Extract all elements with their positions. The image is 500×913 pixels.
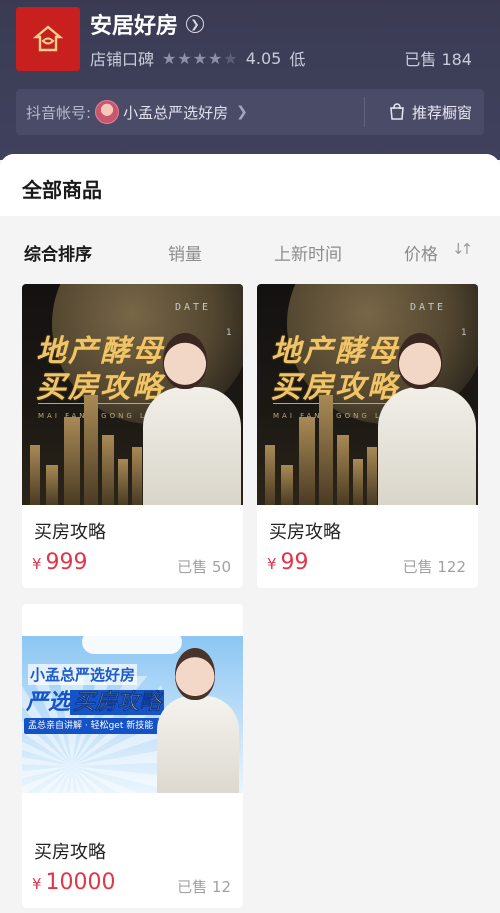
recommend-window-button[interactable]: 推荐橱窗 (388, 89, 472, 135)
divider (364, 97, 365, 127)
product-poster: DATE 1 地产酵母 买房攻略 MAI FANG GONG LUE (22, 284, 243, 505)
star-icon: ★ (192, 48, 208, 68)
product-price: ¥99 (267, 550, 309, 575)
shop-sold-total: 已售 184 (404, 50, 472, 69)
product-title[interactable]: 买房攻略 (269, 518, 341, 544)
tab-newest[interactable]: 上新时间 (274, 240, 342, 265)
poster-title-line2: 严选 买房攻略 (26, 684, 165, 716)
currency-symbol: ¥ (32, 555, 42, 573)
shop-reputation: 店铺口碑 ★ ★ ★ ★ ★ 4.05 低 (90, 46, 305, 70)
house-logo-icon (33, 25, 63, 52)
shop-name-row[interactable]: 安居好房 ❯ (90, 8, 205, 40)
star-rating: ★ ★ ★ ★ ★ (162, 49, 238, 68)
sort-bar: 综合排序 销量 上新时间 价格 ↓↑ (0, 232, 500, 272)
price-value: 10000 (45, 870, 116, 895)
poster-title-line1: 小孟总严选好房 (28, 664, 138, 685)
tab-comprehensive[interactable]: 综合排序 (24, 240, 92, 265)
shopping-bag-icon (390, 103, 404, 120)
shop-header: 安居好房 ❯ 店铺口碑 ★ ★ ★ ★ ★ 4.05 低 已售 184 抖音帐号… (0, 0, 500, 160)
star-icon: ★ (208, 48, 223, 68)
presenter-photo (157, 644, 239, 793)
product-list-panel: 全部商品 综合排序 销量 上新时间 价格 ↓↑ DATE 1 地产酵母 买房攻略… (0, 154, 500, 913)
product-image[interactable]: DATE 1 地产酵母 买房攻略 MAI FANG GONG LUE (257, 284, 478, 505)
product-image[interactable]: DATE 1 地产酵母 买房攻略 MAI FANG GONG LUE (22, 284, 243, 505)
product-sold-count: 已售 50 (177, 558, 231, 576)
shop-logo[interactable] (16, 7, 80, 71)
product-poster: 小孟总严选好房 严选 买房攻略 孟总亲自讲解 · 轻松get 新技能 (22, 604, 243, 825)
price-value: 99 (280, 550, 309, 575)
product-title[interactable]: 买房攻略 (34, 518, 106, 544)
star-empty-icon: ★ (223, 48, 238, 68)
poster-title-prefix: 严选 (26, 690, 71, 715)
tab-sales[interactable]: 销量 (168, 240, 202, 265)
tab-price[interactable]: 价格 (404, 240, 438, 265)
star-icon: ★ (177, 48, 192, 68)
account-name[interactable]: 小孟总严选好房 (123, 102, 228, 123)
avatar[interactable] (95, 100, 120, 124)
poster-ribbon: 孟总亲自讲解 · 轻松get 新技能 (24, 718, 178, 734)
chevron-right-circle-icon[interactable]: ❯ (186, 15, 205, 33)
reputation-label: 店铺口碑 (90, 50, 155, 69)
product-card[interactable]: DATE 1 地产酵母 买房攻略 MAI FANG GONG LUE 买房攻略 … (22, 284, 243, 588)
rating-level: 低 (289, 50, 306, 69)
product-card[interactable]: 小孟总严选好房 严选 买房攻略 孟总亲自讲解 · 轻松get 新技能 买房攻略 ¥… (22, 604, 243, 908)
poster-title-highlight: 买房攻略 (70, 690, 165, 715)
product-image[interactable]: 小孟总严选好房 严选 买房攻略 孟总亲自讲解 · 轻松get 新技能 (22, 604, 243, 825)
sort-arrows-icon[interactable]: ↓↑ (452, 240, 473, 258)
recommend-window-label: 推荐橱窗 (411, 103, 472, 122)
page-title: 全部商品 (22, 178, 102, 202)
currency-symbol: ¥ (32, 875, 42, 893)
presenter-photo (139, 309, 243, 505)
product-sold-count: 已售 122 (402, 558, 466, 576)
star-icon: ★ (162, 48, 177, 68)
price-value: 999 (45, 550, 88, 575)
title-bar: 全部商品 (0, 154, 500, 216)
account-label: 抖音帐号: (26, 103, 92, 122)
currency-symbol: ¥ (267, 555, 277, 573)
presenter-photo (374, 309, 478, 505)
product-card[interactable]: DATE 1 地产酵母 买房攻略 MAI FANG GONG LUE 买房攻略 … (257, 284, 478, 588)
rating-value: 4.05 (245, 48, 282, 68)
shop-name: 安居好房 (90, 14, 179, 39)
account-bar: 抖音帐号: 小孟总严选好房 ❯ 推荐橱窗 (16, 89, 484, 135)
product-price: ¥999 (32, 550, 88, 575)
product-price: ¥10000 (32, 870, 116, 895)
chevron-right-icon[interactable]: ❯ (236, 104, 248, 120)
product-sold-count: 已售 12 (177, 878, 231, 896)
product-title[interactable]: 买房攻略 (34, 838, 106, 864)
product-poster: DATE 1 地产酵母 买房攻略 MAI FANG GONG LUE (257, 284, 478, 505)
